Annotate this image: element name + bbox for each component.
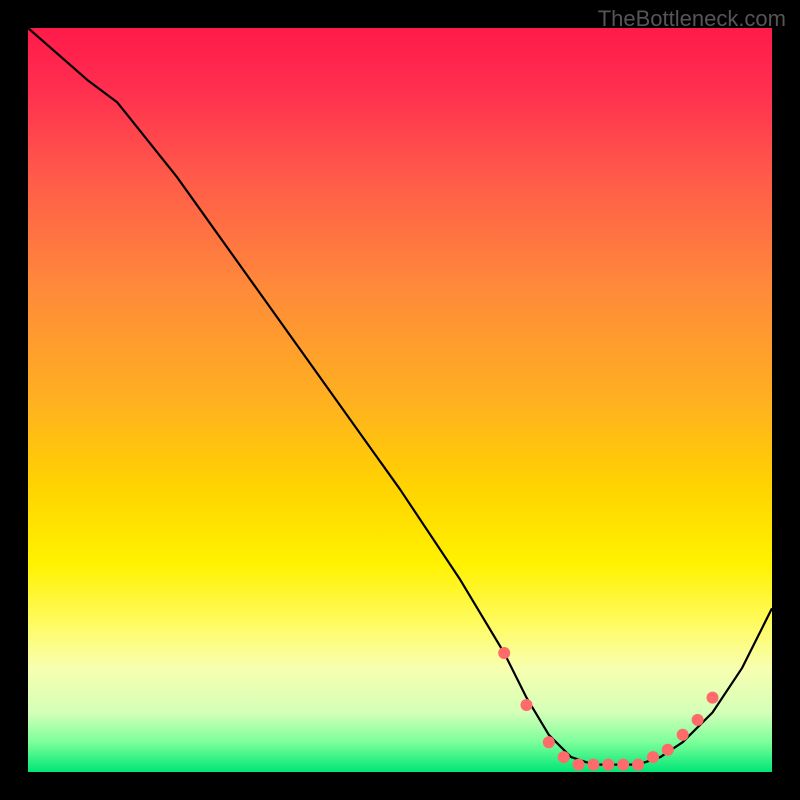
marker-dot bbox=[647, 751, 659, 763]
watermark-text: TheBottleneck.com bbox=[598, 6, 786, 32]
marker-dot bbox=[498, 647, 510, 659]
marker-dot bbox=[677, 729, 689, 741]
marker-dot bbox=[521, 699, 533, 711]
plot-area bbox=[28, 28, 772, 772]
curve-path bbox=[28, 28, 772, 765]
marker-dot bbox=[632, 759, 644, 771]
marker-dot bbox=[602, 759, 614, 771]
marker-dot bbox=[573, 759, 585, 771]
marker-dot bbox=[662, 744, 674, 756]
marker-dot bbox=[692, 714, 704, 726]
marker-dot bbox=[558, 751, 570, 763]
chart-svg bbox=[28, 28, 772, 772]
marker-dot bbox=[543, 736, 555, 748]
marker-group bbox=[498, 647, 718, 771]
marker-dot bbox=[617, 759, 629, 771]
marker-dot bbox=[707, 692, 719, 704]
marker-dot bbox=[587, 759, 599, 771]
